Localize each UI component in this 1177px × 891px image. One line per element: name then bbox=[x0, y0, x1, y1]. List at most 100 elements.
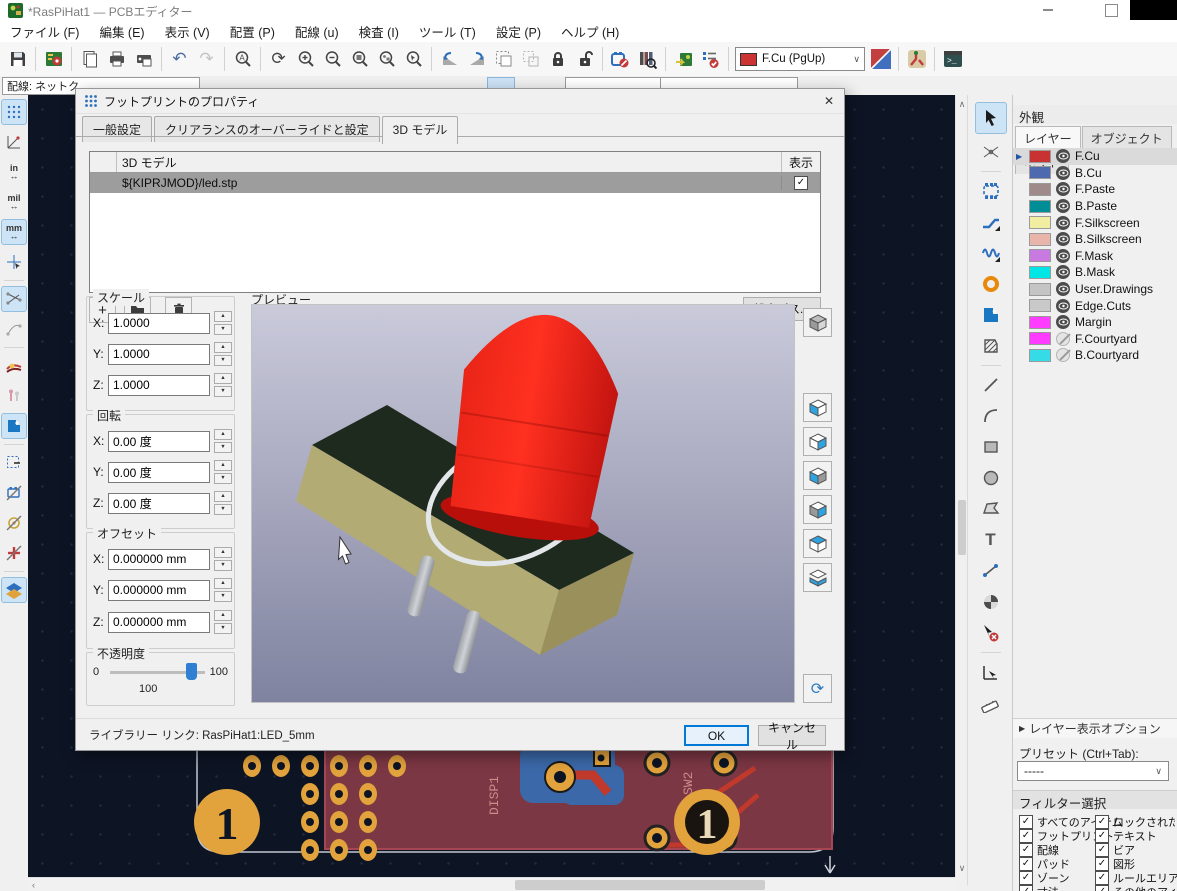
checkbox-checked-icon[interactable]: ✓ bbox=[1095, 843, 1109, 857]
rotate-ccw-button[interactable] bbox=[436, 46, 463, 73]
filter-dimensions[interactable]: ✓寸法 bbox=[1019, 884, 1059, 891]
layer-swatch[interactable] bbox=[1029, 200, 1051, 213]
measure-tool-button[interactable] bbox=[979, 691, 1003, 715]
minimize-button[interactable] bbox=[1043, 9, 1053, 11]
update-footprints-button[interactable] bbox=[607, 46, 634, 73]
filter-other-items[interactable]: ✓その他のアイテ bbox=[1095, 884, 1175, 891]
add-rule-area-button[interactable] bbox=[979, 334, 1003, 358]
3d-preview[interactable] bbox=[251, 304, 795, 703]
checkbox-checked-icon[interactable]: ✓ bbox=[1019, 857, 1033, 871]
tune-length-button[interactable] bbox=[979, 241, 1003, 265]
add-dimension-button[interactable] bbox=[979, 559, 1003, 583]
layer-row-fcourtyard[interactable]: F.Courtyard bbox=[1013, 331, 1177, 348]
page-settings-button[interactable] bbox=[76, 46, 103, 73]
hide-footprints-toggle[interactable] bbox=[2, 481, 26, 505]
offset-x-input[interactable] bbox=[108, 549, 210, 570]
zone-display-mode-toggle[interactable] bbox=[2, 414, 26, 438]
units-mm-toggle[interactable]: mm↔ bbox=[2, 220, 26, 244]
units-mil-toggle[interactable]: mil↔ bbox=[2, 190, 26, 214]
layer-row-fsilkscreen[interactable]: F.Silkscreen bbox=[1013, 214, 1177, 231]
layer-row-bpaste[interactable]: B.Paste bbox=[1013, 198, 1177, 215]
layer-selector[interactable]: F.Cu (PgUp) ∨ bbox=[735, 47, 865, 71]
visibility-eye-icon[interactable] bbox=[1056, 216, 1070, 230]
local-ratsnest-button[interactable] bbox=[979, 140, 1003, 164]
spin-up-icon[interactable]: ▲ bbox=[214, 429, 232, 440]
menu-preferences[interactable]: 設定 (P) bbox=[486, 19, 551, 44]
model-table-row[interactable]: ${KIPRJMOD}/led.stp ✓ bbox=[90, 173, 820, 193]
redo-button[interactable]: ↷ bbox=[193, 46, 220, 73]
checkbox-checked-icon[interactable]: ✓ bbox=[1095, 815, 1109, 829]
layer-swatch[interactable] bbox=[1029, 266, 1051, 279]
dialog-title-bar[interactable]: フットプリントのプロパティ ✕ bbox=[76, 89, 844, 114]
visibility-eye-icon[interactable] bbox=[1056, 199, 1070, 213]
offset-z-input[interactable] bbox=[108, 612, 210, 633]
show-ratsnest-toggle[interactable] bbox=[2, 287, 26, 311]
visibility-eye-icon[interactable] bbox=[1056, 249, 1070, 263]
visibility-eye-icon[interactable] bbox=[1056, 166, 1070, 180]
horizontal-scrollbar[interactable]: ‹ bbox=[28, 877, 955, 891]
route-tracks-button[interactable] bbox=[979, 210, 1003, 234]
add-zone-button[interactable] bbox=[979, 303, 1003, 327]
tab-3d-models[interactable]: 3D モデル bbox=[382, 116, 459, 144]
tab-clearance[interactable]: クリアランスのオーバーライドと設定 bbox=[154, 116, 380, 142]
spin-up-icon[interactable]: ▲ bbox=[214, 342, 232, 353]
layer-swatch[interactable] bbox=[1029, 166, 1051, 179]
offset-y-input[interactable] bbox=[108, 580, 210, 601]
visibility-eye-icon[interactable] bbox=[1056, 315, 1070, 329]
scale-y-input[interactable] bbox=[108, 344, 210, 365]
layer-row-bcu[interactable]: B.Cu bbox=[1013, 165, 1177, 182]
layer-swatch[interactable] bbox=[1029, 249, 1051, 262]
layer-row-fmask[interactable]: F.Mask bbox=[1013, 248, 1177, 265]
zoom-objects-button[interactable] bbox=[373, 46, 400, 73]
spin-up-icon[interactable]: ▲ bbox=[214, 547, 232, 558]
spin-up-icon[interactable]: ▲ bbox=[214, 373, 232, 384]
view-right-button[interactable] bbox=[803, 427, 832, 456]
spin-down-icon[interactable]: ▼ bbox=[214, 442, 232, 453]
layer-display-options-expander[interactable]: ▶ レイヤー表示オプション bbox=[1013, 718, 1177, 738]
menu-place[interactable]: 配置 (P) bbox=[220, 19, 285, 44]
add-footprint-button[interactable] bbox=[979, 179, 1003, 203]
spin-down-icon[interactable]: ▼ bbox=[214, 473, 232, 484]
ok-button[interactable]: OK bbox=[684, 725, 749, 746]
visibility-hidden-icon[interactable] bbox=[1056, 332, 1070, 346]
units-in-toggle[interactable]: in↔ bbox=[2, 160, 26, 184]
net-highlight-toggle[interactable] bbox=[2, 354, 26, 378]
ungroup-button[interactable] bbox=[517, 46, 544, 73]
rotation-y-input[interactable] bbox=[108, 462, 210, 483]
lock-button[interactable] bbox=[544, 46, 571, 73]
layer-swatch[interactable] bbox=[1029, 216, 1051, 229]
router-settings-button[interactable] bbox=[903, 46, 930, 73]
slider-handle[interactable] bbox=[186, 663, 197, 680]
layer-swatch[interactable] bbox=[1029, 233, 1051, 246]
hscroll-thumb[interactable] bbox=[515, 880, 765, 890]
scripting-console-button[interactable]: >_ bbox=[939, 46, 966, 73]
zoom-selection-button[interactable] bbox=[400, 46, 427, 73]
spin-down-icon[interactable]: ▼ bbox=[214, 324, 232, 335]
menu-tools[interactable]: ツール (T) bbox=[409, 19, 486, 44]
redraw-button[interactable]: ⟳ bbox=[265, 46, 292, 73]
update-pcb-from-schematic-button[interactable] bbox=[670, 46, 697, 73]
layer-row-edgecuts[interactable]: Edge.Cuts bbox=[1013, 297, 1177, 314]
checkbox-checked-icon[interactable]: ✓ bbox=[1095, 885, 1109, 891]
scale-x-input[interactable] bbox=[108, 313, 210, 334]
layer-row-bcourtyard[interactable]: B.Courtyard bbox=[1013, 347, 1177, 364]
pad-display-mode-toggle[interactable] bbox=[2, 511, 26, 535]
search-button[interactable]: A bbox=[229, 46, 256, 73]
spin-down-icon[interactable]: ▼ bbox=[214, 560, 232, 571]
library-browser-button[interactable] bbox=[634, 46, 661, 73]
layer-row-bmask[interactable]: B.Mask bbox=[1013, 264, 1177, 281]
draw-circle-button[interactable] bbox=[979, 466, 1003, 490]
cancel-button[interactable]: キャンセル bbox=[758, 725, 826, 746]
select-tool-button[interactable] bbox=[976, 103, 1006, 133]
preset-selector[interactable]: ----- ∨ bbox=[1017, 761, 1169, 781]
visibility-eye-icon[interactable] bbox=[1056, 282, 1070, 296]
menu-view[interactable]: 表示 (V) bbox=[155, 19, 220, 44]
layer-row-fcu[interactable]: ▶F.Cu bbox=[1013, 148, 1177, 165]
layer-swatch[interactable] bbox=[1029, 316, 1051, 329]
visibility-eye-icon[interactable] bbox=[1056, 299, 1070, 313]
maximize-button[interactable] bbox=[1105, 4, 1118, 17]
model-path[interactable]: ${KIPRJMOD}/led.stp bbox=[117, 174, 781, 192]
spin-up-icon[interactable]: ▲ bbox=[214, 610, 232, 621]
visibility-eye-icon[interactable] bbox=[1056, 265, 1070, 279]
spin-up-icon[interactable]: ▲ bbox=[214, 460, 232, 471]
